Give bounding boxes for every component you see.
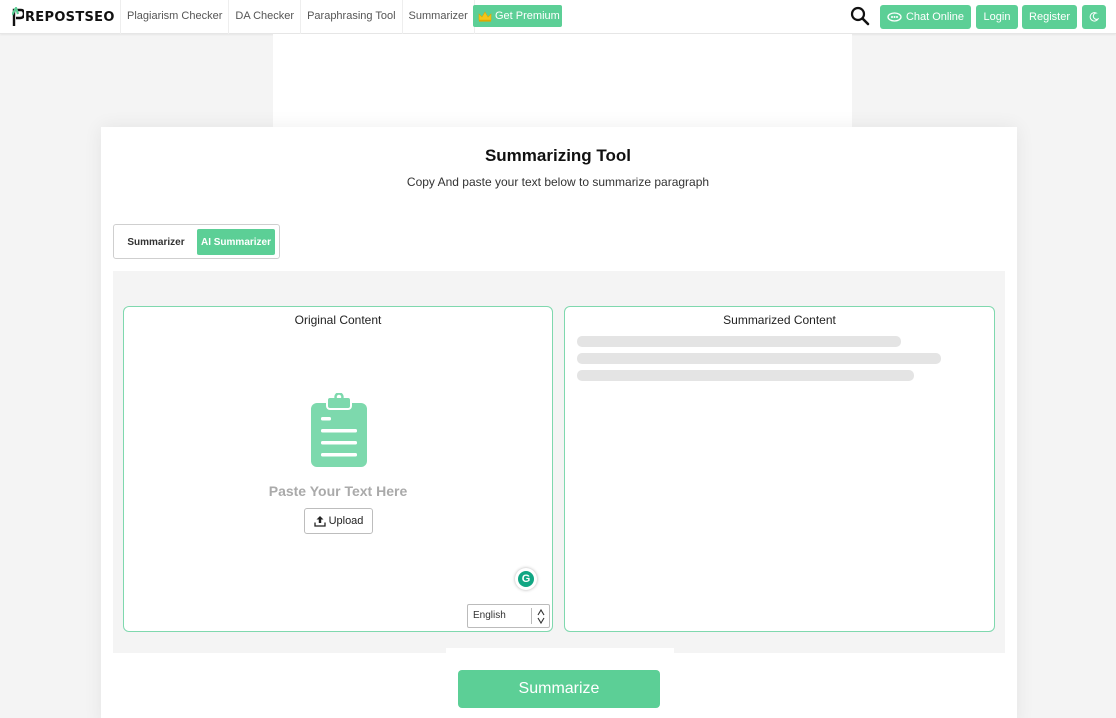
tab-ai-summarizer[interactable]: AI Summarizer [197, 229, 275, 255]
summarized-content-title: Summarized Content [723, 313, 836, 327]
language-value: English [473, 610, 506, 621]
search-icon[interactable] [850, 6, 870, 26]
chat-bubbles-icon [887, 12, 902, 22]
upload-icon [313, 516, 326, 527]
login-button[interactable]: Login [976, 5, 1018, 29]
original-content-panel[interactable]: Original Content Paste Your Text Here Up… [123, 306, 553, 632]
original-content-title: Original Content [294, 313, 382, 327]
nav-paraphrasing-tool[interactable]: Paraphrasing Tool [300, 0, 401, 34]
tab-summarizer[interactable]: Summarizer [118, 229, 194, 255]
nav-summarizer[interactable]: Summarizer [401, 0, 475, 34]
chat-online-label: Chat Online [905, 11, 965, 23]
upload-label: Upload [328, 515, 364, 527]
main-nav: Plagiarism Checker DA Checker Paraphrasi… [120, 0, 475, 34]
paste-placeholder: Paste Your Text Here [268, 483, 408, 499]
clipboard-icon [311, 393, 367, 467]
summarize-button[interactable]: Summarize [458, 670, 660, 708]
crown-icon [478, 10, 492, 22]
select-arrows-icon [537, 608, 545, 625]
chat-online-button[interactable]: Chat Online [880, 5, 971, 29]
dark-mode-toggle[interactable] [1082, 5, 1106, 29]
logo-text: REPOSTSEO [25, 9, 115, 25]
get-premium-label: Get Premium [495, 10, 560, 22]
page-subtitle: Copy And paste your text below to summar… [406, 175, 710, 189]
get-premium-button[interactable]: Get Premium [473, 5, 562, 27]
grammarly-icon[interactable]: G [515, 568, 537, 590]
logo-mark-icon [12, 7, 24, 26]
advertisement-area [273, 34, 852, 127]
nav-plagiarism-checker[interactable]: Plagiarism Checker [120, 0, 228, 34]
loading-skeleton-line [577, 353, 941, 364]
language-select[interactable]: English [467, 604, 550, 628]
summarized-content-panel: Summarized Content [564, 306, 995, 632]
repostseo-logo[interactable]: REPOSTSEO [12, 4, 115, 30]
nav-da-checker[interactable]: DA Checker [228, 0, 300, 34]
page-title: Summarizing Tool [484, 146, 632, 165]
upload-button[interactable]: Upload [304, 508, 373, 534]
loading-skeleton-line [577, 336, 901, 347]
loading-skeleton-line [577, 370, 914, 381]
mode-switch: Summarizer AI Summarizer [113, 224, 280, 259]
top-navigation-bar: REPOSTSEO Plagiarism Checker DA Checker … [0, 0, 1116, 34]
moon-icon [1089, 12, 1099, 22]
register-button[interactable]: Register [1022, 5, 1077, 29]
